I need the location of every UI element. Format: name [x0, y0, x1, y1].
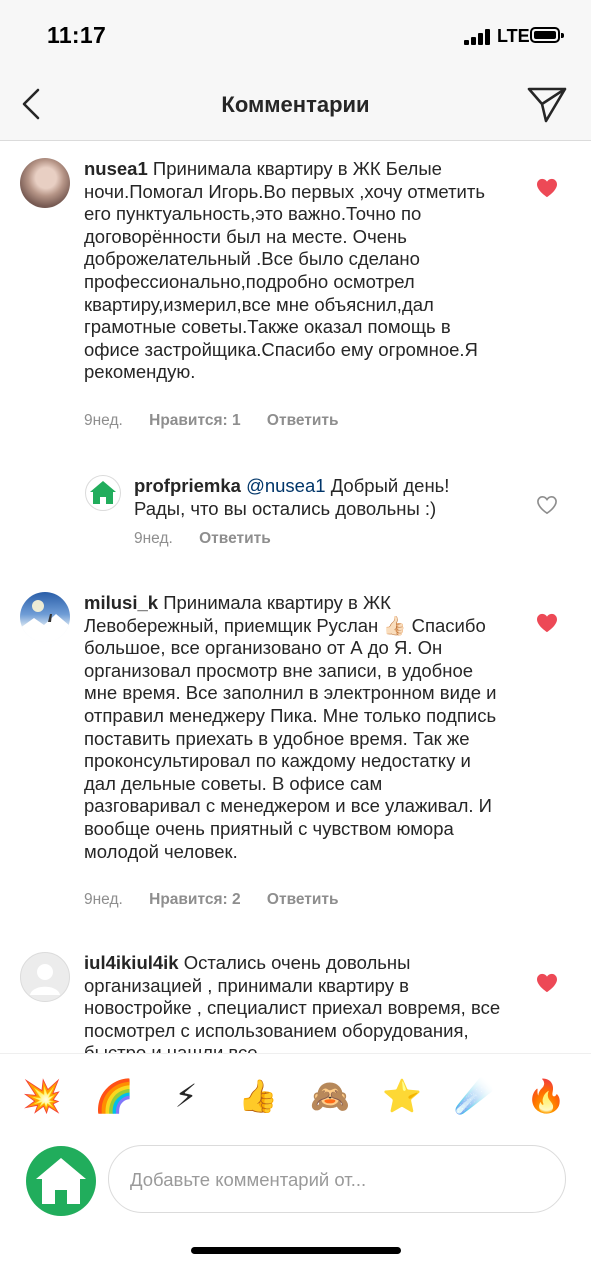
comment-item: milusi_k Принимала квартиру в ЖК Левобер…: [0, 575, 591, 935]
avatar[interactable]: [20, 158, 70, 208]
comment-username[interactable]: profpriemka: [134, 475, 241, 496]
reply-button[interactable]: Ответить: [199, 530, 271, 548]
avatar[interactable]: [20, 592, 70, 642]
heart-filled-icon[interactable]: [536, 178, 558, 198]
lightning-emoji[interactable]: ⚡: [166, 1076, 206, 1116]
page-title: Комментарии: [221, 92, 370, 117]
rainbow-emoji[interactable]: 🌈: [94, 1076, 134, 1116]
reply-button[interactable]: Ответить: [267, 412, 339, 430]
avatar[interactable]: [85, 475, 121, 511]
comment-composer: [0, 1137, 591, 1280]
comment-input-container[interactable]: [108, 1145, 566, 1213]
comment-meta: 9нед. Нравится: 2 Ответить: [84, 891, 339, 909]
collision-emoji[interactable]: 💥: [22, 1076, 62, 1116]
mention-link[interactable]: @nusea1: [246, 475, 325, 496]
comment-time: 9нед.: [84, 891, 123, 908]
comment-meta: 9нед. Нравится: 1 Ответить: [84, 412, 339, 430]
thumbs-up-emoji-inline: 👍🏻: [383, 614, 407, 636]
comment-time: 9нед.: [134, 530, 173, 547]
status-time: 11:17: [47, 22, 107, 48]
reply-item: profpriemka @nusea1 Добрый день! Рады, ч…: [0, 471, 591, 575]
comment-username[interactable]: iul4ikiul4ik: [84, 952, 179, 973]
header: Комментарии: [0, 70, 591, 141]
heart-filled-icon[interactable]: [536, 613, 558, 633]
home-indicator: [191, 1247, 401, 1254]
comment-text: Принимала квартиру в ЖК Белые ночи.Помог…: [84, 158, 486, 383]
thumbs-up-emoji[interactable]: 👍: [238, 1076, 278, 1116]
reply-button[interactable]: Ответить: [267, 891, 339, 909]
comment-item: iul4ikiul4ik Остались очень довольны орг…: [0, 935, 591, 1053]
heart-outline-icon[interactable]: [536, 495, 558, 515]
comment-username[interactable]: nusea1: [84, 158, 148, 179]
comment-likes[interactable]: Нравится: 1: [149, 412, 240, 430]
share-button[interactable]: [524, 82, 570, 126]
comments-list[interactable]: nusea1 Принимала квартиру в ЖК Белые ноч…: [0, 141, 591, 1053]
avatar: [26, 1146, 96, 1216]
fire-emoji[interactable]: 🔥: [526, 1076, 566, 1116]
status-bar: 11:17 LTE: [0, 0, 591, 70]
comment-username[interactable]: milusi_k: [84, 592, 158, 613]
avatar[interactable]: [20, 952, 70, 1002]
house-logo-icon: [36, 1158, 86, 1204]
house-logo-icon: [90, 481, 116, 504]
snow-scene-image: [20, 600, 70, 642]
network-type: LTE: [497, 26, 530, 46]
paper-plane-icon: [527, 87, 567, 123]
emoji-quick-bar: 💥 🌈 ⚡ 👍 🙈 ⭐ ☄️ 🔥: [0, 1053, 591, 1138]
comment-likes[interactable]: Нравится: 2: [149, 891, 240, 909]
see-no-evil-monkey-emoji[interactable]: 🙈: [310, 1076, 350, 1116]
comment-input[interactable]: [128, 1164, 542, 1196]
battery-icon: [530, 27, 564, 43]
comment-meta: 9нед. Ответить: [134, 530, 271, 548]
default-user-icon: [30, 964, 60, 995]
star-emoji[interactable]: ⭐: [382, 1076, 422, 1116]
comment-text-continued: Спасибо большое, все организовано от А д…: [84, 614, 497, 862]
heart-filled-icon[interactable]: [536, 973, 558, 993]
comment-time: 9нед.: [84, 412, 123, 429]
comet-emoji[interactable]: ☄️: [454, 1076, 494, 1116]
comment-item: nusea1 Принимала квартиру в ЖК Белые ноч…: [0, 141, 591, 471]
signal-strength-icon: [464, 29, 492, 45]
